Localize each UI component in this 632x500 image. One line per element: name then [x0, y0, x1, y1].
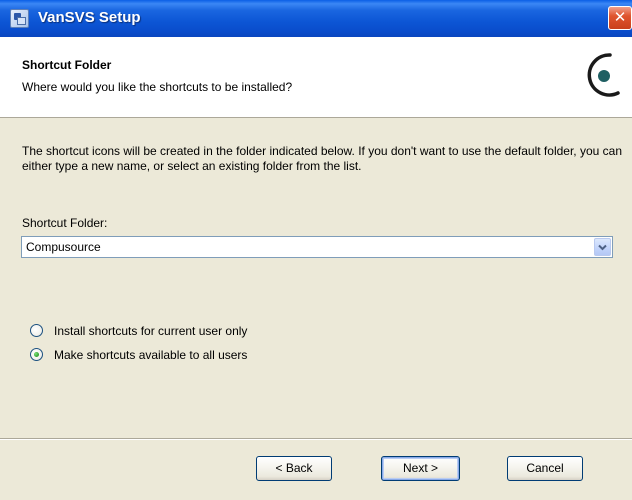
installer-logo-icon — [587, 53, 620, 97]
setup-window: VanSVS Setup ✕ Shortcut Folder Where wou… — [0, 0, 632, 500]
radio-label[interactable]: Make shortcuts available to all users — [54, 348, 247, 362]
page-subtitle: Where would you like the shortcuts to be… — [22, 80, 293, 94]
radio-button[interactable] — [30, 348, 43, 361]
shortcut-folder-value[interactable]: Compusource — [26, 240, 101, 254]
shortcut-folder-label: Shortcut Folder: — [22, 216, 108, 230]
radio-label[interactable]: Install shortcuts for current user only — [54, 324, 247, 338]
next-button[interactable]: Next > — [381, 456, 460, 481]
page-title: Shortcut Folder — [22, 58, 112, 72]
shortcut-folder-combobox[interactable]: Compusource — [21, 236, 613, 258]
footer-separator — [0, 438, 632, 440]
title-bar[interactable]: VanSVS Setup ✕ — [0, 0, 632, 37]
dropdown-button[interactable] — [594, 238, 611, 256]
radio-selected-dot — [34, 352, 39, 357]
back-button[interactable]: < Back — [256, 456, 332, 481]
radio-button[interactable] — [30, 324, 43, 337]
cancel-button[interactable]: Cancel — [507, 456, 583, 481]
wizard-header: Shortcut Folder Where would you like the… — [0, 37, 632, 118]
description-text: The shortcut icons will be created in th… — [22, 144, 622, 173]
window-title: VanSVS Setup — [38, 9, 141, 26]
chevron-down-icon — [598, 244, 607, 251]
close-button[interactable]: ✕ — [608, 6, 632, 30]
wizard-content: The shortcut icons will be created in th… — [0, 118, 632, 438]
app-icon — [10, 9, 29, 28]
